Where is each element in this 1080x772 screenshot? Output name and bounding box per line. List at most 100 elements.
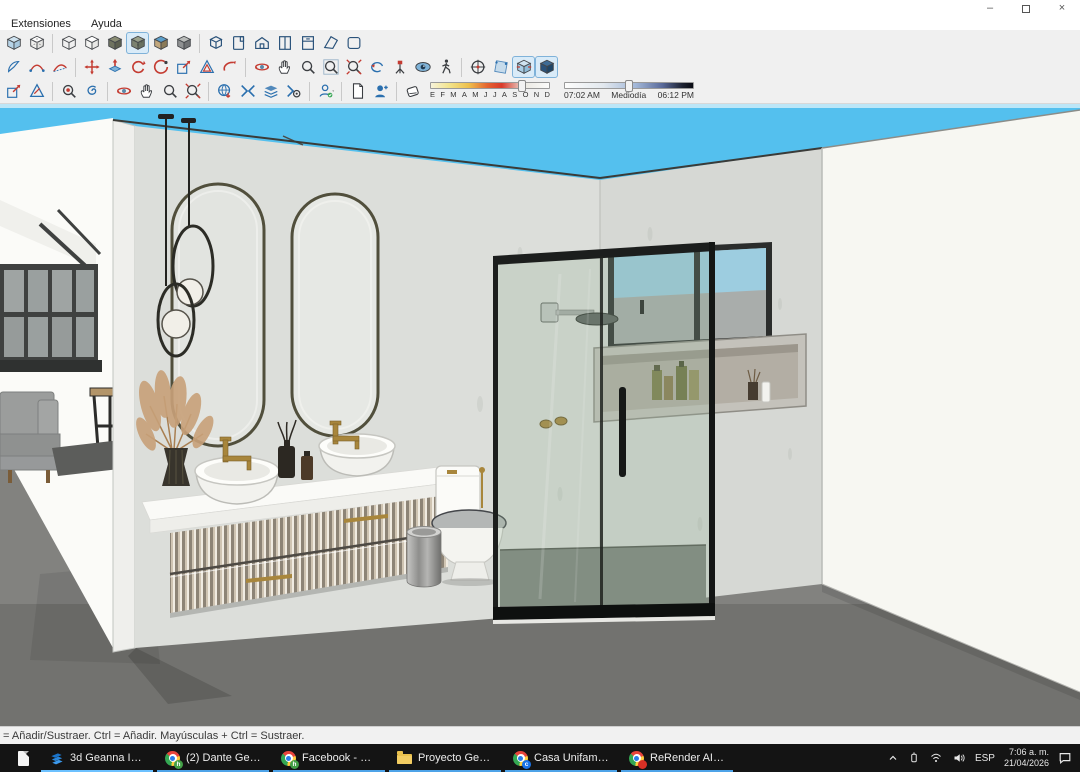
app-badge: h <box>174 760 183 769</box>
menu-item-ayuda[interactable]: Ayuda <box>91 18 122 30</box>
pie-tool-icon <box>5 58 23 76</box>
position-camera-tool-button[interactable] <box>388 56 411 78</box>
walk-tool-button[interactable] <box>434 56 457 78</box>
hidden-line-cube-button[interactable] <box>80 32 103 54</box>
zoom-extents-tool-button[interactable] <box>342 56 365 78</box>
house-tool-button[interactable] <box>250 32 273 54</box>
sketchup-window: – × ExtensionesAyuda EFMAMJJASOND07:02 A… <box>0 0 1080 772</box>
section-plane-tool-button[interactable] <box>489 56 512 78</box>
look-at-tool-button[interactable] <box>466 56 489 78</box>
pinned-file-app-button[interactable] <box>6 744 40 772</box>
zoom-tool-button[interactable] <box>296 56 319 78</box>
shadow-time-handle[interactable] <box>625 80 633 92</box>
zoom-tool-2-button[interactable] <box>158 80 181 102</box>
close-button[interactable]: × <box>1044 1 1080 17</box>
panel-tool-icon <box>345 34 363 52</box>
orbit-tool-button[interactable] <box>250 56 273 78</box>
move-tool-button[interactable] <box>80 56 103 78</box>
previous-view-tool-button[interactable] <box>365 56 388 78</box>
taskbar-app-4[interactable]: Proyecto Geanna 4 <box>388 744 502 772</box>
swirl-tool-icon <box>83 82 101 100</box>
taskbar-app-5[interactable]: cCasa Unifamiliar en... <box>504 744 618 772</box>
minimize-button[interactable]: – <box>972 1 1008 17</box>
mirror-right[interactable] <box>292 194 378 436</box>
month-label: J <box>484 90 488 99</box>
orbit-tool-icon <box>253 58 271 76</box>
clock[interactable]: 7:06 a. m. 21/04/2026 <box>1004 747 1049 769</box>
colored-cube-button[interactable] <box>149 32 172 54</box>
axes-warning-tool-button[interactable] <box>25 80 48 102</box>
roof-tool-icon <box>322 34 340 52</box>
account-menu-button[interactable] <box>314 80 337 102</box>
textured-cube-button[interactable] <box>126 32 149 54</box>
wireframe-cube-button[interactable] <box>57 32 80 54</box>
shadow-month-handle[interactable] <box>518 80 526 92</box>
pie-tool-button[interactable] <box>2 56 25 78</box>
three-point-arc-button[interactable] <box>48 56 71 78</box>
component-box-icon <box>207 34 225 52</box>
toolbar-separator <box>396 82 397 101</box>
pan-tool-2-button[interactable] <box>135 80 158 102</box>
action-center-icon[interactable] <box>1058 751 1072 765</box>
menu-item-extensiones[interactable]: Extensiones <box>11 18 71 30</box>
shower-enclosure[interactable] <box>493 242 715 624</box>
monochrome-cube-button[interactable] <box>172 32 195 54</box>
zoom-photo-tool-button[interactable] <box>57 80 80 102</box>
zoom-window-tool-button[interactable] <box>319 56 342 78</box>
menu-bar: Extensiones Ayuda <box>0 17 1080 30</box>
back-edges-cube-button[interactable] <box>25 32 48 54</box>
trash-can[interactable] <box>407 527 441 588</box>
extension-gear-button[interactable] <box>282 80 305 102</box>
window-tool-button[interactable] <box>273 32 296 54</box>
orbit-tool-2-button[interactable] <box>112 80 135 102</box>
extension-layers-button[interactable] <box>259 80 282 102</box>
rotate-tool-icon <box>129 58 147 76</box>
shadow-month-slider[interactable] <box>430 82 550 89</box>
taskbar-app-3[interactable]: hFacebook - Google ... <box>272 744 386 772</box>
new-file-tool-button[interactable] <box>346 80 369 102</box>
follow-me-tool-button[interactable] <box>149 56 172 78</box>
wifi-icon[interactable] <box>929 752 943 764</box>
taskbar-app-6[interactable]: ReRender AI: Herra... <box>620 744 734 772</box>
extension-globe-button[interactable] <box>213 80 236 102</box>
tray-chevron-up-icon[interactable] <box>887 752 899 764</box>
component-box-button[interactable] <box>204 32 227 54</box>
usb-device-icon[interactable] <box>908 751 920 765</box>
shower-door-handle <box>619 387 626 477</box>
taskbar-app-1[interactable]: 3d Geanna Interior ... <box>40 744 154 772</box>
look-around-tool-button[interactable] <box>411 56 434 78</box>
left-room-window[interactable] <box>0 264 102 372</box>
viewport-3d-scene[interactable] <box>0 104 1080 726</box>
volume-icon[interactable] <box>952 752 966 764</box>
two-point-arc-button[interactable] <box>25 56 48 78</box>
swirl-tool-button[interactable] <box>80 80 103 102</box>
extension-globe-icon <box>216 82 234 100</box>
push-pull-tool-button[interactable] <box>103 56 126 78</box>
shaded-cube-button[interactable] <box>103 32 126 54</box>
door-tool-button[interactable] <box>227 32 250 54</box>
cabinet-tool-button[interactable] <box>296 32 319 54</box>
axes-rotate-tool-button[interactable] <box>218 56 241 78</box>
shower-glass <box>497 247 710 608</box>
axes-warning-tool-icon <box>28 82 46 100</box>
section-fill-toggle-button[interactable] <box>535 56 558 78</box>
add-person-tool-button[interactable] <box>369 80 392 102</box>
panel-tool-button[interactable] <box>342 32 365 54</box>
xray-cube-button[interactable] <box>2 32 25 54</box>
maximize-button[interactable] <box>1008 1 1044 17</box>
zoom-extents-tool-2-button[interactable] <box>181 80 204 102</box>
previous-view-tool-icon <box>368 58 386 76</box>
pan-tool-button[interactable] <box>273 56 296 78</box>
rotate-tool-button[interactable] <box>126 56 149 78</box>
roof-tool-button[interactable] <box>319 32 342 54</box>
keyboard-language[interactable]: ESP <box>975 753 995 764</box>
taskbar-app-2[interactable]: h(2) Dante Gebel #94... <box>156 744 270 772</box>
scale-tool-button[interactable] <box>172 56 195 78</box>
sofa[interactable] <box>0 392 60 483</box>
extension-flip-button[interactable] <box>236 80 259 102</box>
section-display-toggle-button[interactable] <box>512 56 535 78</box>
shadow-toggle-button[interactable] <box>401 80 424 102</box>
offset-tool-button[interactable] <box>195 56 218 78</box>
scale-box-tool-button[interactable] <box>2 80 25 102</box>
shadow-time-slider[interactable] <box>564 82 694 89</box>
